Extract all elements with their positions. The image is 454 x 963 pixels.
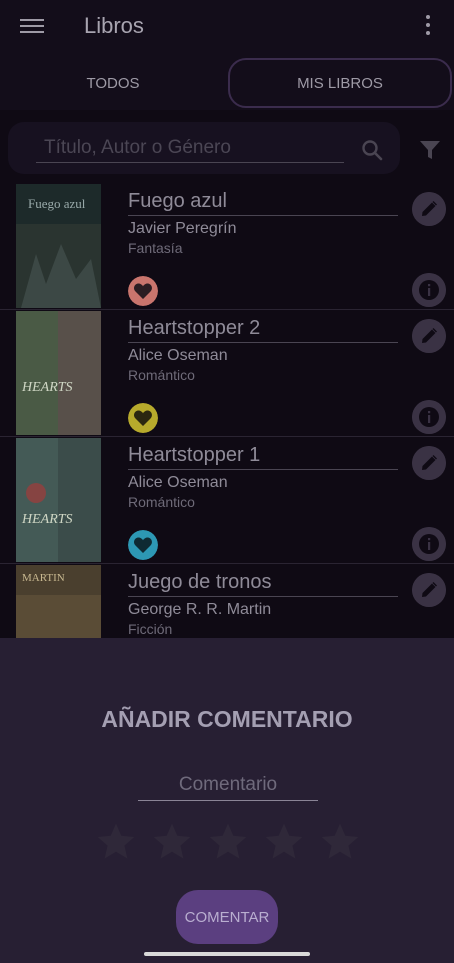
search-bar <box>8 122 400 174</box>
svg-text:MARTIN: MARTIN <box>22 572 65 584</box>
edit-icon[interactable] <box>412 446 446 480</box>
star-icon[interactable] <box>94 820 138 864</box>
svg-text:Fuego azul: Fuego azul <box>28 196 86 211</box>
book-title: Heartstopper 2 <box>128 317 398 343</box>
book-row[interactable]: HEARTS Heartstopper 2 Alice Oseman Román… <box>0 309 454 437</box>
book-cover: MARTIN <box>16 565 101 638</box>
book-cover: HEARTS <box>16 311 101 435</box>
book-title: Heartstopper 1 <box>128 444 398 470</box>
book-genre: Romántico <box>128 367 195 383</box>
menu-icon[interactable] <box>20 16 44 36</box>
book-genre: Fantasía <box>128 240 183 256</box>
book-title: Juego de tronos <box>128 571 398 597</box>
heart-icon[interactable] <box>128 276 158 306</box>
page-title: Libros <box>84 13 144 38</box>
search-input[interactable] <box>36 134 344 163</box>
book-cover: HEARTS <box>16 438 101 562</box>
info-icon[interactable] <box>412 400 446 434</box>
book-author: Javier Peregrín <box>128 220 237 237</box>
comment-button[interactable]: COMENTAR <box>176 890 278 944</box>
book-author: George R. R. Martin <box>128 601 272 618</box>
book-genre: Ficción <box>128 621 173 637</box>
edit-icon[interactable] <box>412 192 446 226</box>
edit-icon[interactable] <box>412 319 446 353</box>
heart-icon[interactable] <box>128 530 158 560</box>
app-bar: Libros <box>0 0 454 56</box>
book-genre: Romántico <box>128 494 195 510</box>
comment-sheet: AÑADIR COMENTARIO COMENTAR <box>0 638 454 963</box>
book-row[interactable]: MARTIN Juego de tronos George R. R. Mart… <box>0 563 454 638</box>
star-icon[interactable] <box>318 820 362 864</box>
star-icon[interactable] <box>206 820 250 864</box>
star-icon[interactable] <box>150 820 194 864</box>
tab-mis-libros[interactable]: MIS LIBROS <box>228 58 452 108</box>
filter-icon[interactable] <box>418 138 442 162</box>
tab-todos[interactable]: TODOS <box>0 58 226 108</box>
book-author: Alice Oseman <box>128 474 228 491</box>
tab-bar: TODOS MIS LIBROS <box>0 56 454 110</box>
heart-icon[interactable] <box>128 403 158 433</box>
comment-input[interactable] <box>138 770 318 801</box>
edit-icon[interactable] <box>412 573 446 607</box>
book-row[interactable]: HEARTS Heartstopper 1 Alice Oseman Román… <box>0 436 454 564</box>
book-list: Fuego azul Fuego azul Javier Peregrín Fa… <box>0 182 454 638</box>
info-icon[interactable] <box>412 527 446 561</box>
book-title: Fuego azul <box>128 190 398 216</box>
search-icon[interactable] <box>360 138 384 162</box>
more-vert-icon[interactable] <box>424 15 432 39</box>
sheet-title: AÑADIR COMENTARIO <box>101 706 353 732</box>
svg-text:HEARTS: HEARTS <box>21 512 73 527</box>
book-row[interactable]: Fuego azul Fuego azul Javier Peregrín Fa… <box>0 182 454 310</box>
gesture-nav-bar[interactable] <box>144 952 310 956</box>
star-icon[interactable] <box>262 820 306 864</box>
svg-text:HEARTS: HEARTS <box>21 380 73 395</box>
info-icon[interactable] <box>412 273 446 307</box>
rating-stars <box>94 820 364 864</box>
book-cover: Fuego azul <box>16 184 101 308</box>
book-author: Alice Oseman <box>128 347 228 364</box>
